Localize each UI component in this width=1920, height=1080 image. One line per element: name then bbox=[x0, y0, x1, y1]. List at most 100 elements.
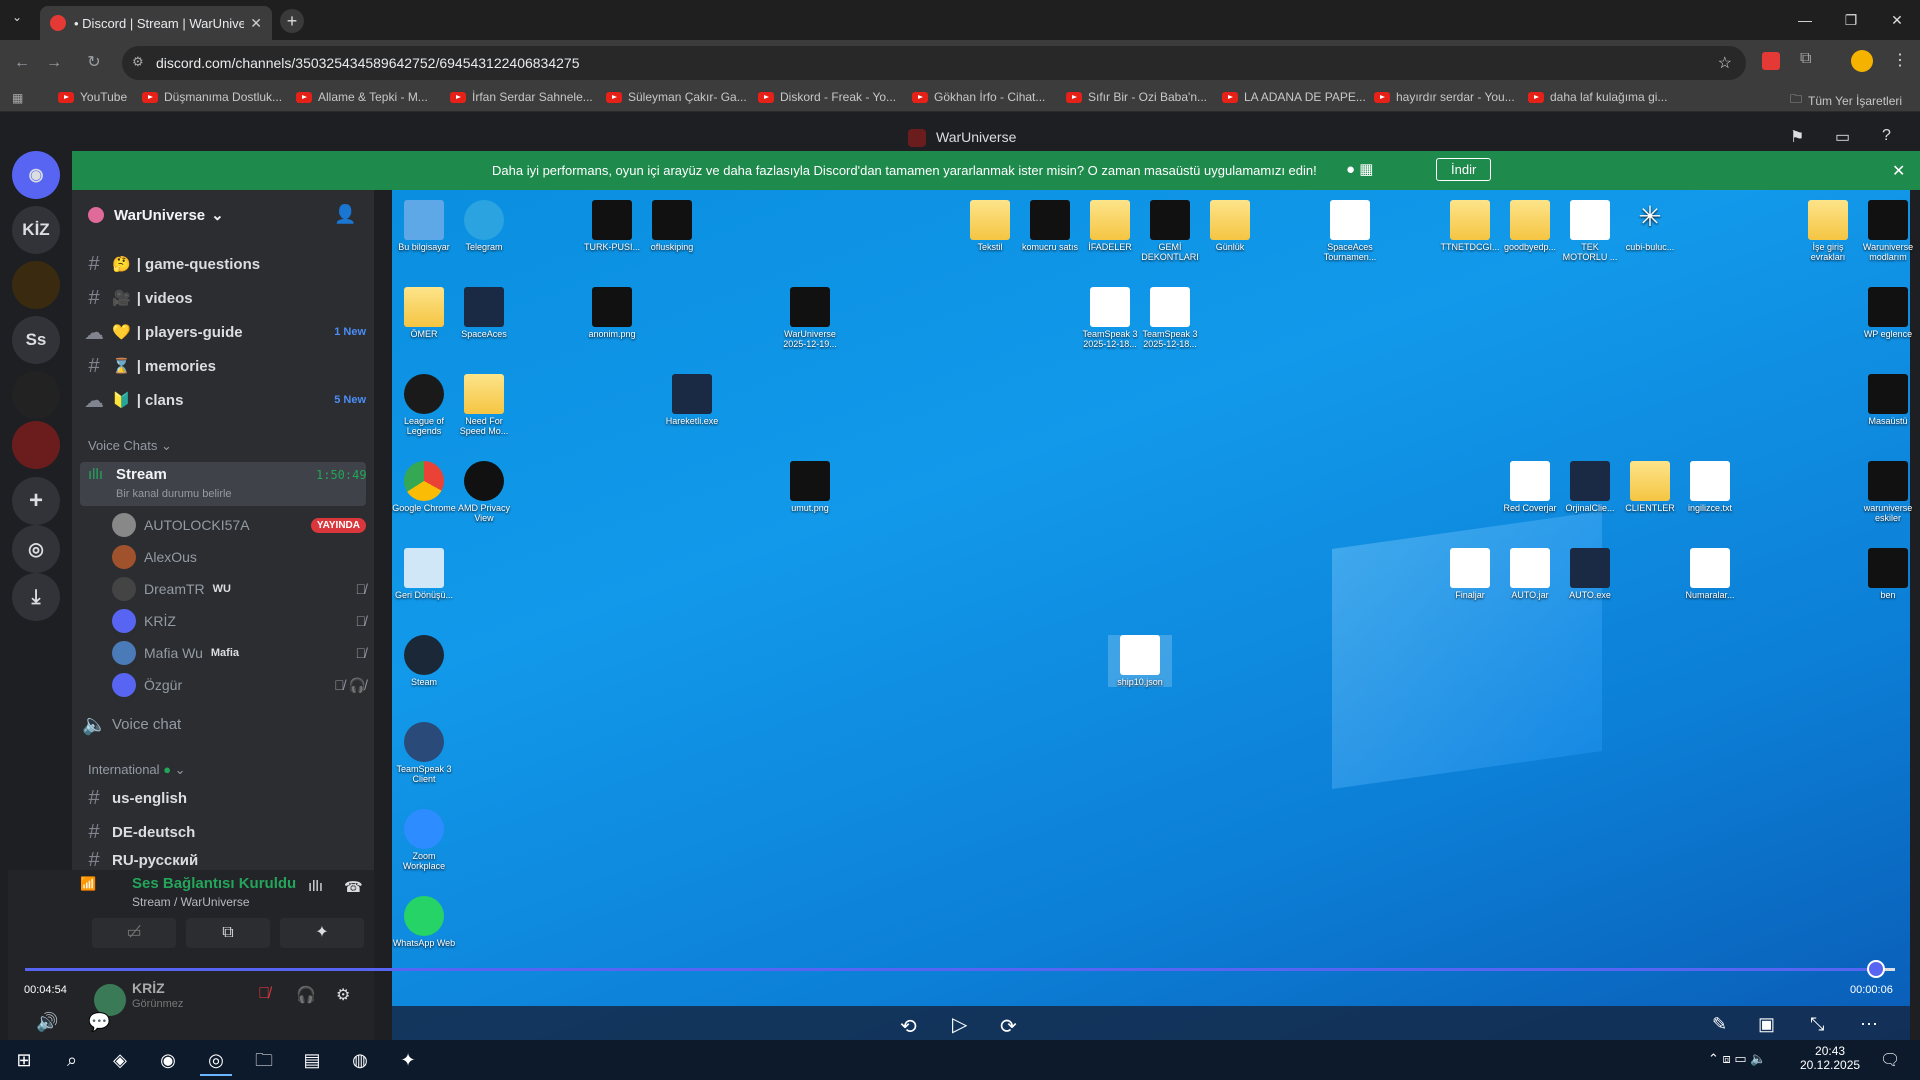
exit-fullscreen-icon[interactable]: ⤡ bbox=[1810, 1014, 1824, 1035]
category-international[interactable]: International ● ⌄ bbox=[88, 762, 186, 778]
voice-user[interactable]: KRİZ 🎙̸ bbox=[112, 606, 366, 636]
desktop-icon[interactable]: goodbyedp... bbox=[1498, 200, 1562, 252]
desktop-icon[interactable]: Finaljar bbox=[1438, 548, 1502, 600]
desktop-icon[interactable]: Steam bbox=[392, 635, 456, 687]
voice-chat-channel[interactable]: 🔈 Voice chat bbox=[82, 708, 366, 740]
bookmark-item[interactable]: Diskord - Freak - Yo... bbox=[758, 90, 896, 104]
browser-tab[interactable]: • Discord | Stream | WarUniverse ✕ bbox=[40, 6, 272, 40]
play-icon[interactable]: ▷ bbox=[952, 1012, 967, 1037]
flag-icon[interactable]: ⚑ bbox=[1790, 127, 1804, 147]
channel-item[interactable]: # 🤔 | game-questions bbox=[82, 248, 366, 280]
desktop-icon[interactable]: WarUniverse 2025-12-19... bbox=[778, 287, 842, 349]
desktop-icon[interactable]: Tekstil bbox=[958, 200, 1022, 252]
headphones-icon[interactable]: 🎧 bbox=[296, 985, 316, 1005]
extensions-puzzle-icon[interactable]: ⧉ bbox=[1800, 50, 1811, 68]
restore-icon[interactable]: ❐ bbox=[1828, 0, 1874, 40]
desktop-icon[interactable]: WP eglence bbox=[1856, 287, 1920, 339]
server-header[interactable]: WarUniverse ⌄ bbox=[88, 206, 224, 224]
server-waruniverse[interactable] bbox=[12, 421, 60, 469]
forward-30-icon[interactable]: ⟳ bbox=[1000, 1014, 1017, 1039]
server-icon[interactable] bbox=[12, 261, 60, 309]
minimize-icon[interactable]: — bbox=[1782, 0, 1828, 40]
apps-grid-icon[interactable]: ▦ bbox=[12, 91, 23, 105]
mic-muted-icon[interactable]: 🎙̸ bbox=[258, 985, 270, 1003]
desktop-icon[interactable]: ÖMER bbox=[392, 287, 456, 339]
new-tab-button[interactable]: + bbox=[280, 9, 304, 33]
desktop-icon[interactable]: ✳ cubi-buluc... bbox=[1618, 200, 1682, 252]
desktop-icon[interactable]: Geri Dönüşü... bbox=[392, 548, 456, 600]
bookmark-item[interactable]: daha laf kulağıma gi... bbox=[1528, 90, 1667, 104]
desktop-icon[interactable]: Hareketli.exe bbox=[660, 374, 724, 426]
channel-item[interactable]: # DE-deutsch bbox=[82, 816, 366, 848]
channel-item[interactable]: # us-english bbox=[82, 782, 366, 814]
desktop-icon[interactable]: TURK-PUSI... bbox=[580, 200, 644, 252]
noise-suppression-icon[interactable]: ıllı bbox=[308, 878, 323, 895]
desktop-icon[interactable]: TTNETDCGI... bbox=[1438, 200, 1502, 252]
search-icon[interactable]: ⌕ bbox=[56, 1044, 88, 1076]
desktop-icon[interactable]: İşe giriş evrakları bbox=[1796, 200, 1860, 262]
desktop-icon[interactable]: CLIENTLER bbox=[1618, 461, 1682, 513]
desktop-icon[interactable]: Google Chrome bbox=[392, 461, 456, 513]
desktop-icon[interactable]: AUTO.exe bbox=[1558, 548, 1622, 600]
connection-title[interactable]: Ses Bağlantısı Kuruldu bbox=[132, 875, 296, 892]
desktop-icon[interactable]: Masaüstü bbox=[1856, 374, 1920, 426]
desktop-icon[interactable]: anonim.png bbox=[580, 287, 644, 339]
voice-user[interactable]: DreamTR WU 🎙̸ bbox=[112, 574, 366, 604]
desktop-icon[interactable]: Günlük bbox=[1198, 200, 1262, 252]
desktop-icon[interactable]: ingilizce.txt bbox=[1678, 461, 1742, 513]
desktop-icon[interactable]: umut.png bbox=[778, 461, 842, 513]
clock[interactable]: 20:43 20.12.2025 bbox=[1800, 1044, 1860, 1072]
desktop-icon[interactable]: waruniverse eskiler bbox=[1856, 461, 1920, 523]
server-kiz[interactable]: KİZ bbox=[12, 206, 60, 254]
more-icon[interactable]: ⋯ bbox=[1860, 1014, 1878, 1035]
voice-user[interactable]: Özgür 🎙̸ 🎧̸ bbox=[112, 670, 366, 700]
desktop-icon[interactable]: TEK MOTORLU ... bbox=[1558, 200, 1622, 262]
voice-user[interactable]: Mafia Wu Mafia 🎙̸ bbox=[112, 638, 366, 668]
volume-icon[interactable]: 🔊 bbox=[36, 1012, 58, 1033]
all-bookmarks[interactable]: 🗀 Tüm Yer İşaretleri bbox=[1790, 90, 1902, 111]
desktop-icon[interactable]: League of Legends bbox=[392, 374, 456, 436]
seek-bar[interactable] bbox=[25, 960, 1895, 978]
category-voice-chats[interactable]: Voice Chats ⌄ bbox=[88, 438, 172, 454]
system-tray-icons[interactable]: ⌃ ⧈ ▭ 🔈 bbox=[1708, 1051, 1766, 1067]
desktop-icon[interactable]: komucru satıs bbox=[1018, 200, 1082, 252]
voice-channel-stream[interactable]: ıllı Stream 1:50:49 Bir kanal durumu bel… bbox=[80, 462, 367, 506]
close-tab-icon[interactable]: ✕ bbox=[250, 15, 262, 32]
voice-user[interactable]: AUTOLOCKI57A YAYINDA bbox=[112, 510, 366, 540]
site-info-icon[interactable]: ⚙ bbox=[132, 54, 144, 70]
desktop-icon[interactable]: Zoom Workplace bbox=[392, 809, 456, 871]
desktop-icon[interactable]: OrjinalClie... bbox=[1558, 461, 1622, 513]
extension-icon[interactable] bbox=[1762, 52, 1780, 70]
profile-avatar[interactable] bbox=[1851, 50, 1873, 72]
activities-button[interactable]: ✦ bbox=[280, 918, 364, 948]
bookmark-item[interactable]: hayırdır serdar - You... bbox=[1374, 90, 1515, 104]
desktop-icon[interactable]: Red Coverjar bbox=[1498, 461, 1562, 513]
disconnect-icon[interactable]: ☎ bbox=[344, 878, 363, 896]
inbox-icon[interactable]: ▭ bbox=[1835, 127, 1850, 147]
invite-icon[interactable]: 👤 bbox=[334, 204, 356, 225]
desktop-icon[interactable]: TeamSpeak 3 2025-12-18... bbox=[1138, 287, 1202, 349]
bookmark-item[interactable]: YouTube bbox=[58, 90, 127, 104]
add-server-icon[interactable]: + bbox=[12, 477, 60, 525]
camera-off-button[interactable]: ▭̸ bbox=[92, 918, 176, 948]
desktop-icon-selected[interactable]: ship10.json bbox=[1108, 635, 1172, 687]
bookmark-item[interactable]: İrfan Serdar Sahnele... bbox=[450, 90, 593, 104]
desktop-icon[interactable]: TeamSpeak 3 2025-12-18... bbox=[1078, 287, 1142, 349]
help-icon[interactable]: ? bbox=[1882, 127, 1891, 145]
desktop-icon[interactable]: Bu bilgisayar bbox=[392, 200, 456, 252]
forward-icon[interactable]: → bbox=[42, 51, 66, 75]
desktop-icon[interactable]: GEMİ DEKONTLARI bbox=[1138, 200, 1202, 262]
store-icon[interactable]: ▤ bbox=[296, 1044, 328, 1076]
bookmark-item[interactable]: Sıfır Bir - Ozi Baba'n... bbox=[1066, 90, 1207, 104]
screenshare-button[interactable]: ⧉ bbox=[186, 918, 270, 948]
desktop-icon[interactable]: İFADELER bbox=[1078, 200, 1142, 252]
settings-gear-icon[interactable]: ⚙ bbox=[336, 985, 350, 1005]
desktop-icon[interactable]: WhatsApp Web bbox=[392, 896, 456, 948]
download-icon[interactable]: ⤓ bbox=[12, 573, 60, 621]
pip-icon[interactable]: ▣ bbox=[1758, 1014, 1775, 1035]
desktop-icon[interactable]: TeamSpeak 3 Client bbox=[392, 722, 456, 784]
rewind-icon[interactable]: ⟲ bbox=[900, 1014, 917, 1039]
menu-icon[interactable]: ⋮ bbox=[1892, 50, 1908, 70]
copilot-icon[interactable]: ◈ bbox=[104, 1044, 136, 1076]
channel-item[interactable]: # ⌛ | memories bbox=[82, 350, 366, 382]
